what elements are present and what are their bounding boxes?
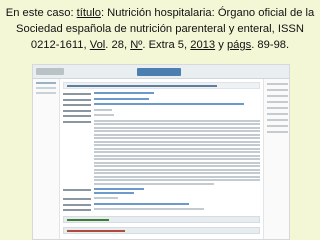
field-row-source: [63, 97, 260, 102]
left-sidebar: [33, 79, 60, 239]
vol-label: Vol: [89, 39, 106, 51]
record-title-bar: [63, 82, 260, 89]
sidebar-item-1[interactable]: [36, 82, 56, 84]
sidebar-item-2[interactable]: [36, 87, 56, 89]
site-logo: [137, 68, 181, 76]
caption-intro: En este caso:: [5, 7, 77, 19]
field-row-abstract: [63, 119, 260, 187]
field-row-issn: [63, 197, 260, 201]
pags-pre: y: [215, 39, 227, 51]
num-label: Nº: [130, 39, 143, 51]
sidebar-item-3[interactable]: [36, 92, 56, 94]
right-sidebar: [263, 79, 289, 239]
record-content: [63, 82, 260, 238]
field-row-pages: [63, 108, 260, 113]
year-label: 2013: [190, 39, 216, 51]
caption-text: En este caso: título: Nutrición hospital…: [4, 5, 316, 53]
google-books-bar[interactable]: [63, 215, 260, 223]
pags-text: . 89-98.: [251, 39, 290, 51]
field-row-lang: [63, 114, 260, 118]
pags-label: págs: [226, 39, 252, 51]
worldcat-bar[interactable]: [63, 226, 260, 234]
field-row-url: [63, 202, 260, 207]
back-button[interactable]: [36, 68, 64, 75]
num-text: . Extra 5,: [142, 39, 191, 51]
field-row-author: [63, 92, 260, 96]
titulo-label: título: [76, 7, 101, 19]
field-row-pub: [63, 103, 260, 107]
field-row-extra: [63, 208, 260, 212]
browser-header: [33, 65, 289, 79]
field-row-subjects: [63, 188, 260, 195]
vol-text: . 28,: [105, 39, 131, 51]
record-screenshot: [32, 64, 290, 240]
